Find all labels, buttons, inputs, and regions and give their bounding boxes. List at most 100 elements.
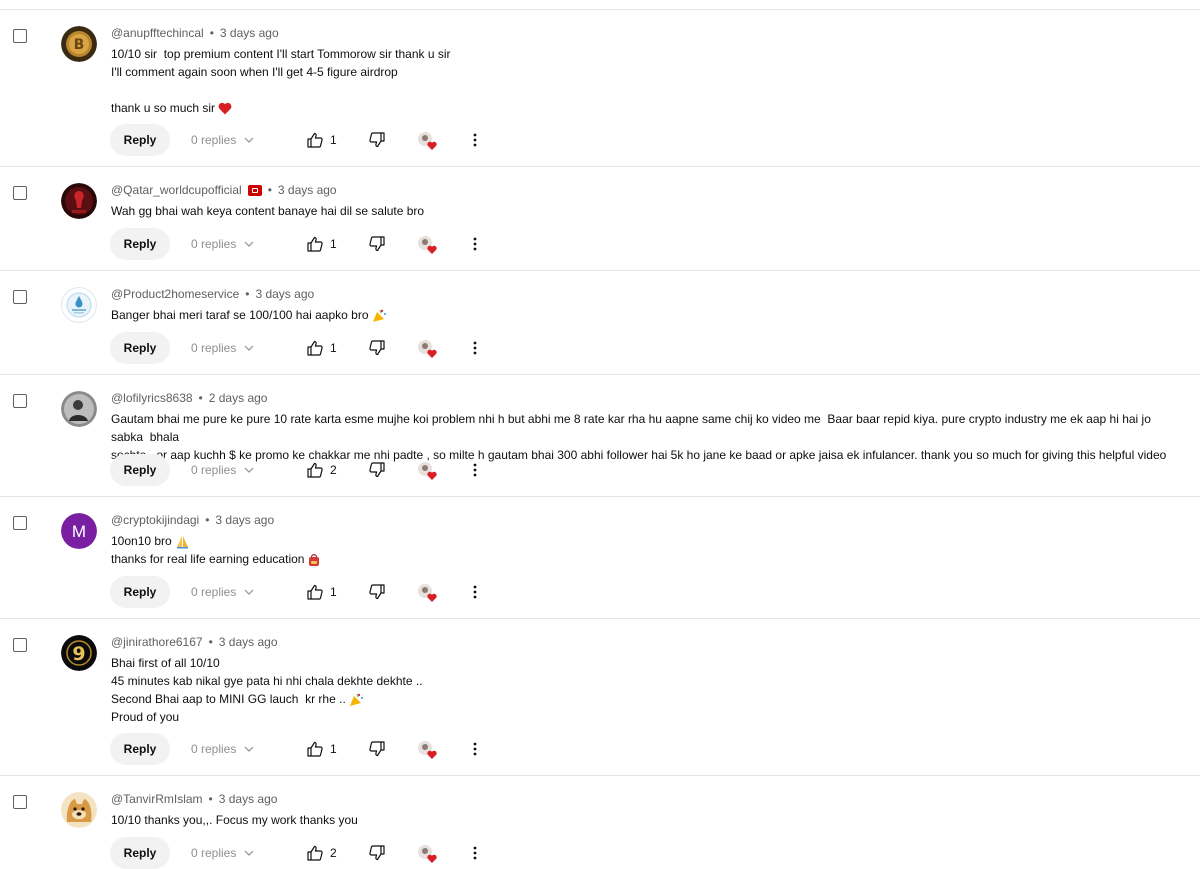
creator-heart-icon[interactable] — [417, 131, 439, 151]
author-name[interactable]: @cryptokijindagi — [111, 513, 199, 527]
reply-button[interactable]: Reply — [110, 454, 170, 486]
comment-actions: Reply 0 replies 1 — [110, 733, 490, 765]
avatar[interactable] — [61, 287, 97, 323]
creator-heart-icon[interactable] — [417, 461, 439, 481]
creator-heart-icon[interactable] — [417, 844, 439, 864]
more-options-icon[interactable] — [467, 236, 483, 252]
author-name[interactable]: @lofilyrics8638 — [111, 391, 193, 405]
thumbs-down-icon[interactable] — [368, 235, 386, 253]
reply-button[interactable]: Reply — [110, 332, 170, 364]
select-checkbox[interactable] — [13, 394, 27, 408]
select-checkbox[interactable] — [13, 290, 27, 304]
reply-button[interactable]: Reply — [110, 837, 170, 869]
school-bag-emoji — [309, 553, 320, 566]
chevron-down-icon — [244, 467, 254, 473]
avatar[interactable] — [61, 183, 97, 219]
select-checkbox[interactable] — [13, 516, 27, 530]
creator-heart-icon[interactable] — [417, 339, 439, 359]
more-options-icon[interactable] — [467, 340, 483, 356]
thumbs-down-icon[interactable] — [368, 844, 386, 862]
timestamp[interactable]: 3 days ago — [219, 792, 278, 806]
comment-row: M @cryptokijindagi • 3 days ago 10on10 b… — [0, 497, 1200, 619]
verified-badge — [247, 184, 262, 196]
party-popper-emoji — [349, 693, 363, 706]
thumbs-up-icon[interactable] — [306, 235, 324, 253]
thumbs-up-icon[interactable] — [306, 583, 324, 601]
avatar-letter: M — [72, 522, 86, 541]
comment-row: @Qatar_worldcupofficial • 3 days ago Wah… — [0, 167, 1200, 271]
replies-toggle[interactable]: 0 replies — [191, 576, 254, 608]
creator-heart-icon[interactable] — [417, 235, 439, 255]
avatar[interactable] — [61, 391, 97, 427]
creator-heart-icon[interactable] — [417, 740, 439, 760]
thumbs-up-icon[interactable] — [306, 461, 324, 479]
comment-text: 10/10 sir top premium content I'll start… — [111, 47, 451, 115]
comment-text: 10on10 bro thanks for real life earning … — [111, 532, 1176, 568]
reply-button[interactable]: Reply — [110, 228, 170, 260]
like-count: 1 — [330, 237, 337, 251]
svg-text:B: B — [74, 37, 85, 53]
more-options-icon[interactable] — [467, 741, 483, 757]
author-name[interactable]: @Qatar_worldcupofficial — [111, 183, 242, 197]
more-options-icon[interactable] — [467, 584, 483, 600]
heart-emoji — [218, 103, 232, 115]
folded-hands-emoji — [176, 535, 188, 549]
author-name[interactable]: @anupfftechincal — [111, 26, 204, 40]
reply-button[interactable]: Reply — [110, 576, 170, 608]
thumbs-up-icon[interactable] — [306, 339, 324, 357]
replies-toggle[interactable]: 0 replies — [191, 124, 254, 156]
timestamp[interactable]: 3 days ago — [278, 183, 337, 197]
comment-row: @TanvirRmIslam • 3 days ago 10/10 thanks… — [0, 776, 1200, 869]
avatar[interactable]: M — [61, 513, 97, 549]
replies-toggle[interactable]: 0 replies — [191, 454, 254, 486]
chevron-down-icon — [244, 137, 254, 143]
thumbs-down-icon[interactable] — [368, 131, 386, 149]
reply-button[interactable]: Reply — [110, 124, 170, 156]
more-options-icon[interactable] — [467, 462, 483, 478]
replies-toggle[interactable]: 0 replies — [191, 733, 254, 765]
select-checkbox[interactable] — [13, 186, 27, 200]
more-options-icon[interactable] — [467, 132, 483, 148]
thumbs-down-icon[interactable] — [368, 740, 386, 758]
author-name[interactable]: @TanvirRmIslam — [111, 792, 203, 806]
timestamp[interactable]: 3 days ago — [219, 635, 278, 649]
like-count: 1 — [330, 133, 337, 147]
thumbs-down-icon[interactable] — [368, 339, 386, 357]
comment-actions: Reply 0 replies 1 — [110, 124, 490, 156]
select-checkbox[interactable] — [13, 795, 27, 809]
comment-actions: Reply 0 replies 2 — [110, 454, 490, 486]
timestamp[interactable]: 3 days ago — [215, 513, 274, 527]
thumbs-up-icon[interactable] — [306, 844, 324, 862]
more-options-icon[interactable] — [467, 845, 483, 861]
thumbs-down-icon[interactable] — [368, 583, 386, 601]
avatar[interactable]: 9 — [61, 635, 97, 671]
avatar[interactable] — [61, 792, 97, 828]
author-name[interactable]: @jinirathore6167 — [111, 635, 203, 649]
thumbs-down-icon[interactable] — [368, 461, 386, 479]
like-count: 2 — [330, 463, 337, 477]
comment-row: @lofilyrics8638 • 2 days ago Gautam bhai… — [0, 375, 1200, 497]
timestamp[interactable]: 3 days ago — [220, 26, 279, 40]
thumbs-up-icon[interactable] — [306, 131, 324, 149]
select-checkbox[interactable] — [13, 638, 27, 652]
thumbs-up-icon[interactable] — [306, 740, 324, 758]
chevron-down-icon — [244, 345, 254, 351]
author-name[interactable]: @Product2homeservice — [111, 287, 239, 301]
like-count: 2 — [330, 846, 337, 860]
timestamp[interactable]: 3 days ago — [255, 287, 314, 301]
replies-toggle[interactable]: 0 replies — [191, 332, 254, 364]
replies-toggle[interactable]: 0 replies — [191, 837, 254, 869]
avatar-letter: 9 — [72, 643, 85, 665]
comment-header: @anupfftechincal • 3 days ago — [111, 26, 279, 40]
avatar[interactable]: B — [61, 26, 97, 62]
creator-heart-icon[interactable] — [417, 583, 439, 603]
timestamp[interactable]: 2 days ago — [209, 391, 268, 405]
comment-actions: Reply 0 replies 2 — [110, 837, 490, 869]
replies-toggle[interactable]: 0 replies — [191, 228, 254, 260]
comment-header: @lofilyrics8638 • 2 days ago — [111, 391, 268, 405]
comment-header: @jinirathore6167 • 3 days ago — [111, 635, 278, 649]
comment-header: @Product2homeservice • 3 days ago — [111, 287, 315, 301]
select-checkbox[interactable] — [13, 29, 27, 43]
comment-row: 9 @jinirathore6167 • 3 days ago Bhai fir… — [0, 619, 1200, 776]
reply-button[interactable]: Reply — [110, 733, 170, 765]
